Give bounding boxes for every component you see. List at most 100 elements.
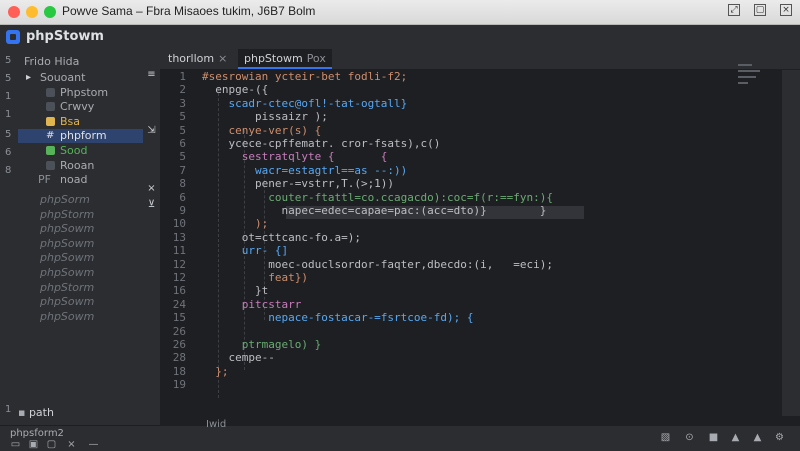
collapse-icon[interactable]: ≡ xyxy=(146,69,157,80)
status-bar: phpsform2 ▭ ▣ ▢ × — Iwid ▧ ⊙ ■ ▲ ▲ ⚙ xyxy=(0,419,800,451)
minimize-window-button[interactable] xyxy=(26,6,38,18)
sidebar-item[interactable]: Sood xyxy=(18,144,158,158)
settings-icon[interactable]: ⚙ xyxy=(774,432,785,443)
code-line[interactable]: nepace-fostacar-=fsrtcoe-fd); { xyxy=(202,311,473,324)
stop-icon[interactable]: ■ xyxy=(708,432,719,443)
code-line[interactable]: couter-ftattl=co.ccagacdo):coc=f(r:==fyn… xyxy=(202,191,553,204)
alert-icon[interactable]: ▲ xyxy=(752,432,763,443)
code-editor[interactable]: 1 #sesrowian ycteir-bet fodli-f2; 2 enpge-… xyxy=(160,70,782,416)
tab-phpstowm[interactable]: phpStowm Pox xyxy=(238,49,332,69)
ghost-list-item[interactable]: phpSowm xyxy=(18,222,158,236)
code-line[interactable]: feat}) xyxy=(202,271,308,284)
line-number: 10 xyxy=(172,217,186,231)
tab-label: phpStowm xyxy=(244,52,303,65)
ghost-list-item[interactable]: phpSowm xyxy=(18,266,158,280)
code-line[interactable]: urr- {] xyxy=(202,244,288,257)
ghost-list-item[interactable]: phpSowm xyxy=(18,237,158,251)
line-number: 12 xyxy=(172,257,186,271)
app-name: phpStowm xyxy=(26,29,104,44)
code-line[interactable]: }t xyxy=(202,284,268,297)
ghost-list-item[interactable]: phpSowm xyxy=(18,295,158,309)
sidebar-item[interactable]: Rooan xyxy=(18,159,158,173)
gutter-number: 5 xyxy=(5,55,12,66)
line-number: 3 xyxy=(179,96,186,110)
sidebar-item[interactable]: PF noad xyxy=(18,173,158,187)
code-line[interactable]: pener-=vstrr,T.(>;1)) xyxy=(202,177,394,190)
sidebar-item[interactable]: ▸ Souoant xyxy=(18,71,158,85)
gutter-number: 1 xyxy=(5,109,12,120)
folder-icon: ▪ xyxy=(18,406,29,419)
bottom-path-item[interactable]: ▪ path xyxy=(18,406,54,419)
code-line[interactable]: scadr-ctec@ofl!-tat-ogtall} xyxy=(202,97,407,110)
close-tab-icon[interactable]: Pox xyxy=(307,52,326,65)
filter-icon[interactable]: ⊻ xyxy=(146,199,157,210)
line-number: 8 xyxy=(179,177,186,191)
minus-icon[interactable]: — xyxy=(88,439,99,450)
close-icon[interactable]: × xyxy=(146,183,157,194)
code-line[interactable]: ); xyxy=(202,217,268,230)
window-icon[interactable]: ▢ xyxy=(754,4,766,16)
window-icon[interactable]: ▢ xyxy=(46,439,57,450)
maximize-window-button[interactable] xyxy=(44,6,56,18)
line-number: 2 xyxy=(179,83,186,97)
line-number: 26 xyxy=(172,338,186,351)
ghost-item-label: phpSowm xyxy=(40,251,95,265)
ghost-item-label: phpSowm xyxy=(40,236,95,250)
close-window-button[interactable] xyxy=(8,6,20,18)
ghost-list-item[interactable]: phpStorm xyxy=(18,281,158,295)
close-tab-icon[interactable]: × xyxy=(218,52,227,65)
line-number: 15 xyxy=(172,311,186,325)
line-number: 13 xyxy=(172,230,186,244)
code-line[interactable]: napec=edec=capae=pac:(acc=dto)} } xyxy=(202,204,546,217)
ghost-list-item[interactable]: phpSowm xyxy=(18,251,158,265)
gutter-number: 5 xyxy=(5,73,12,84)
line-number: 26 xyxy=(172,324,186,338)
code-line[interactable]: pitcstarr xyxy=(202,298,302,311)
gutter-number: 1 xyxy=(5,91,12,102)
code-line[interactable]: ptrmagelo) } xyxy=(202,338,321,351)
expand-icon[interactable]: ⇲ xyxy=(146,125,157,136)
line-number: 6 xyxy=(179,137,186,150)
php-icon xyxy=(46,160,55,170)
record-icon[interactable]: ⊙ xyxy=(684,432,695,443)
sidebar-item[interactable]: Crwvy xyxy=(18,100,158,114)
ghost-item-label: phpSowm xyxy=(40,309,95,323)
ghost-list-item[interactable]: phpStorm xyxy=(18,208,158,222)
close-icon[interactable]: × xyxy=(780,4,792,16)
image-icon[interactable]: ▧ xyxy=(660,432,671,443)
code-line[interactable]: pissaizr ); xyxy=(202,110,328,123)
warning-icon[interactable]: ▲ xyxy=(730,432,741,443)
sidebar-item-label: Sood xyxy=(60,144,88,157)
vertical-scrollbar[interactable] xyxy=(782,70,800,416)
line-number: 16 xyxy=(172,284,186,298)
ghost-list-item[interactable]: phpSorm xyxy=(18,193,158,207)
sidebar-item-label: Souoant xyxy=(40,71,86,84)
line-number: 5 xyxy=(179,123,186,137)
terminal-icon[interactable]: ▭ xyxy=(10,439,21,450)
code-line[interactable]: ot=cttcanc-fo.a=); xyxy=(202,231,361,244)
sidebar-item[interactable]: Bsa xyxy=(18,115,158,129)
item-prefix: PF xyxy=(38,173,51,187)
sidebar-item[interactable]: # phpform xyxy=(18,129,158,144)
code-line[interactable]: ycece-cpffematr. cror-fsats),c() xyxy=(202,137,440,150)
restore-icon[interactable]: ⤢ xyxy=(728,4,740,16)
code-line[interactable]: cempe-- xyxy=(202,351,274,364)
line-number: 9 xyxy=(179,204,186,217)
window-title: Powve Sama – Fbra Misaoes tukim, J6B7 Bo… xyxy=(62,4,316,18)
code-line[interactable]: wacr=estagtrl==as --:)) xyxy=(202,164,407,177)
code-line[interactable]: #sesrowian ycteir-bet fodli-f2; xyxy=(202,70,407,83)
close-icon[interactable]: × xyxy=(66,439,77,450)
minimap[interactable] xyxy=(738,56,786,88)
ghost-list-item[interactable]: phpSowm xyxy=(18,310,158,324)
gutter-number: 1 xyxy=(5,404,12,415)
code-line[interactable]: }; xyxy=(202,365,228,378)
sidebar-item[interactable]: Phpstom xyxy=(18,86,158,100)
ghost-item-label: phpSowm xyxy=(40,222,95,236)
code-line[interactable]: enpge-({ xyxy=(202,83,268,96)
code-line[interactable]: cenye-ver(s) { xyxy=(202,124,321,137)
code-line[interactable]: moec-oduclsordor-faqter,dbecdo:(i, =eci)… xyxy=(202,258,553,271)
layout-icon[interactable]: ▣ xyxy=(28,439,39,450)
code-line[interactable]: sestratqlyte { { xyxy=(202,150,388,163)
phpstorm-logo-icon xyxy=(6,30,20,44)
tab-thorllom[interactable]: thorllom × xyxy=(162,49,233,69)
